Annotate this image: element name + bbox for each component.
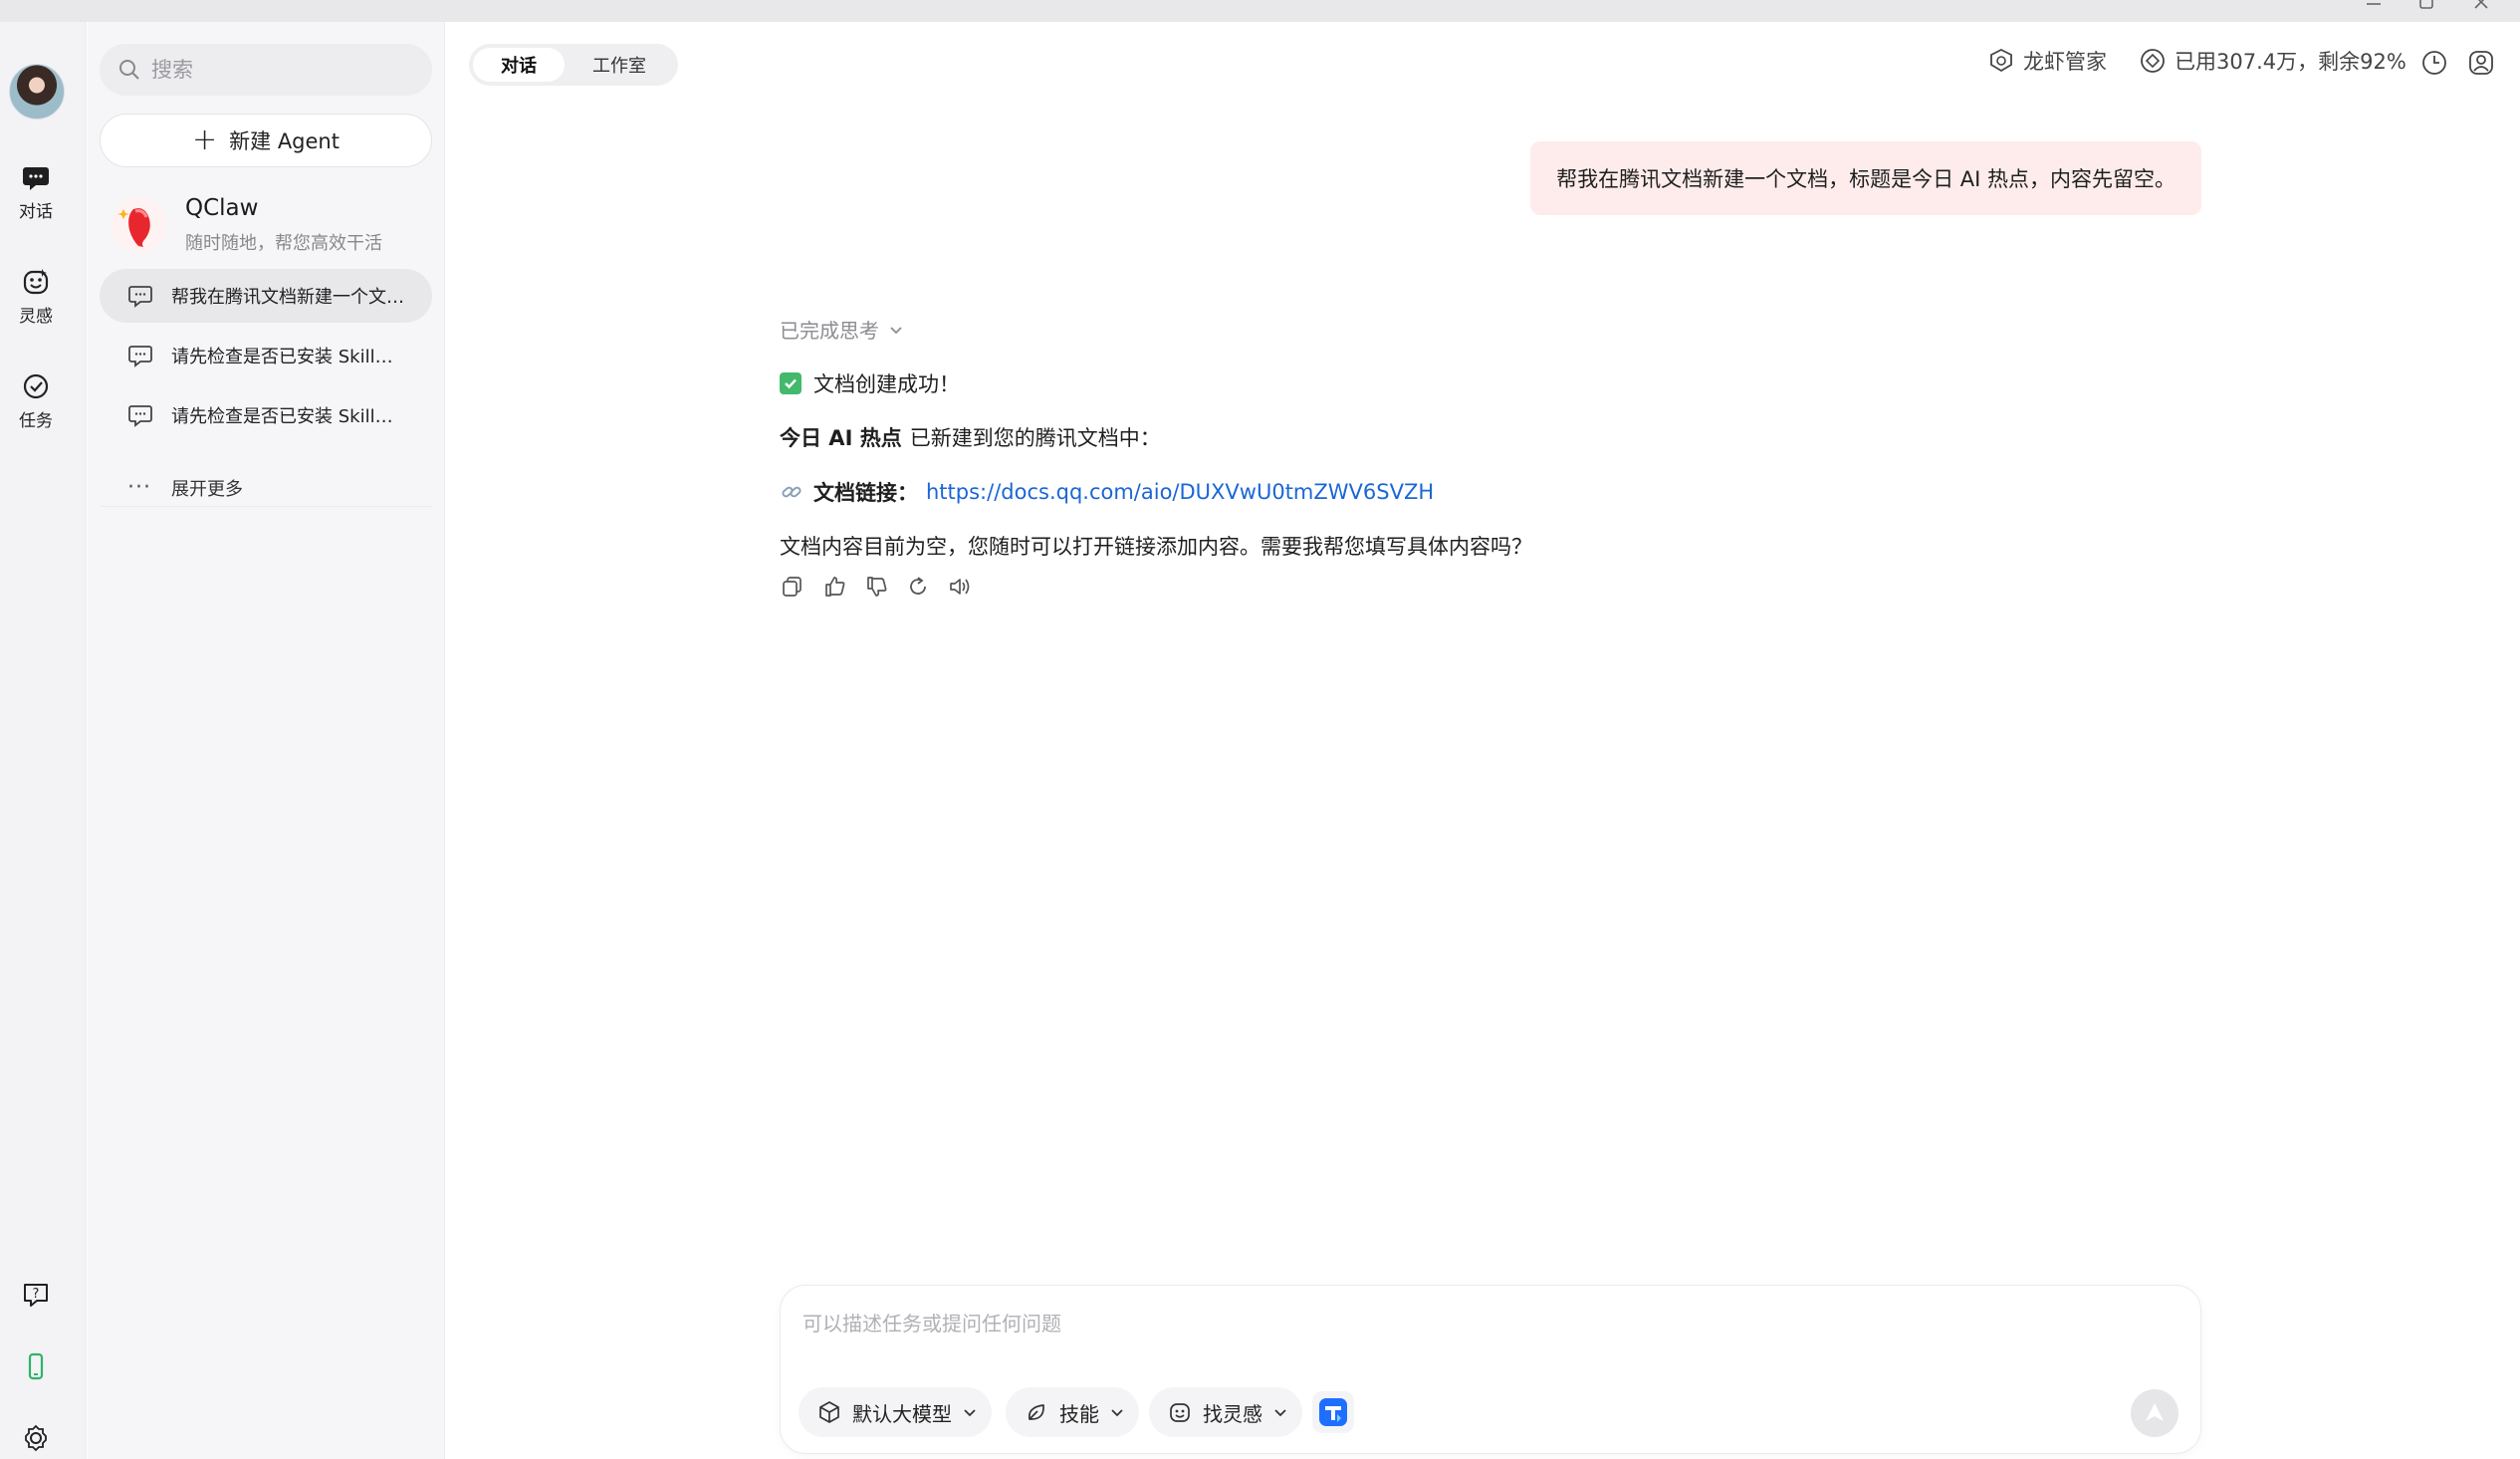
- link-line: 文档链接： https://docs.qq.com/aio/DUXVwU0tmZ…: [780, 477, 1434, 507]
- agent-card-qclaw[interactable]: QClaw 随时随地，帮您高效干活: [102, 189, 430, 265]
- tencent-docs-button[interactable]: [1312, 1391, 1354, 1433]
- rail-item-chat[interactable]: 对话: [0, 161, 72, 222]
- inspiration-label: 找灵感: [1203, 1401, 1262, 1426]
- chat-outline-icon: [128, 405, 152, 427]
- chat-item-label: 帮我在腾讯文档新建一个文档，标题是今日 AI 热点，内容先留空。: [171, 287, 406, 308]
- thumbs-down-icon[interactable]: [863, 574, 889, 600]
- rail-label-tasks: 任务: [19, 411, 53, 431]
- inspiration-selector[interactable]: 找灵感: [1149, 1387, 1302, 1437]
- plus-icon: +: [192, 122, 218, 157]
- chevron-down-icon: [1111, 1409, 1123, 1417]
- help-icon[interactable]: ?: [20, 1279, 52, 1311]
- close-icon[interactable]: [2461, 0, 2501, 20]
- sidebar-divider: [100, 506, 432, 507]
- avatar[interactable]: [9, 64, 65, 120]
- view-tabs: 对话 工作室: [469, 44, 678, 86]
- send-arrow-icon: [2146, 1403, 2164, 1421]
- tencent-docs-icon: [1319, 1398, 1347, 1426]
- chevron-down-icon: [1274, 1409, 1286, 1417]
- chat-item[interactable]: 请先检查是否已安装 SkillHub: [100, 329, 432, 382]
- chat-bubble-icon: [23, 167, 49, 190]
- thinking-toggle[interactable]: 已完成思考: [780, 315, 905, 344]
- butler-button[interactable]: 龙虾管家: [1987, 46, 2107, 76]
- agent-subtitle: 随时随地，帮您高效干活: [185, 233, 382, 254]
- quota-diamond-icon: [2141, 49, 2165, 73]
- check-mark-icon: [780, 372, 802, 394]
- show-more-button[interactable]: ··· 展开更多: [127, 475, 243, 501]
- rail-label-inspiration: 灵感: [19, 307, 53, 327]
- followup-line: 文档内容目前为空，您随时可以打开链接添加内容。需要我帮您填写具体内容吗？: [780, 531, 1532, 561]
- window-titlebar: [0, 0, 2520, 22]
- minimize-icon[interactable]: [2354, 0, 2394, 20]
- chevron-down-icon: [964, 1409, 976, 1417]
- created-line: 今日 AI 热点 已新建到您的腾讯文档中：: [780, 422, 1161, 452]
- skills-selector[interactable]: 技能: [1006, 1387, 1139, 1437]
- sidebar: + 新建 Agent QClaw 随时随地，帮您高效干活 帮我在腾讯文档新建一个…: [88, 22, 445, 1459]
- more-dots-icon: ···: [127, 475, 151, 500]
- chat-item-label: 请先检查是否已安装 SkillHub: [171, 406, 406, 427]
- skills-label: 技能: [1059, 1401, 1099, 1426]
- maximize-icon[interactable]: [2406, 0, 2446, 20]
- task-check-icon: [23, 373, 49, 399]
- cube-icon: [819, 1401, 839, 1423]
- quota-label: 已用307.4万，剩余92%: [2175, 50, 2406, 74]
- chat-outline-icon: [128, 286, 152, 308]
- new-agent-button[interactable]: + 新建 Agent: [100, 114, 432, 167]
- tab-studio[interactable]: 工作室: [565, 48, 674, 82]
- link-chain-icon: [782, 486, 802, 498]
- inspiration-face-icon: [23, 269, 49, 295]
- butler-shield-icon: [1990, 48, 2012, 73]
- inspiration-face-icon: [1170, 1403, 1190, 1422]
- tab-chat[interactable]: 对话: [473, 48, 565, 82]
- rail-label-chat: 对话: [19, 202, 53, 222]
- prompt-input[interactable]: [802, 1308, 2097, 1347]
- history-clock-icon[interactable]: [2419, 48, 2449, 78]
- chat-item[interactable]: 帮我在腾讯文档新建一个文档，标题是今日 AI 热点，内容先留空。: [100, 269, 432, 323]
- skills-leaf-icon: [1028, 1404, 1044, 1420]
- model-selector[interactable]: 默认大模型: [799, 1387, 992, 1437]
- followup-text: 文档内容目前为空，您随时可以打开链接添加内容。需要我帮您填写具体内容吗？: [780, 535, 1532, 559]
- chat-outline-icon: [128, 346, 152, 367]
- chat-item-label: 请先检查是否已安装 SkillHub: [171, 347, 406, 367]
- quota-indicator[interactable]: 已用307.4万，剩余92%: [2139, 46, 2406, 76]
- created-text: 已新建到您的腾讯文档中：: [909, 426, 1161, 450]
- success-line: 文档创建成功！: [780, 368, 960, 398]
- search-icon: [119, 60, 139, 80]
- qclaw-logo-icon: [112, 197, 167, 253]
- composer: 默认大模型 技能 找灵感: [780, 1285, 2201, 1454]
- nav-rail: 对话 灵感 任务 ?: [0, 22, 87, 1459]
- search-input[interactable]: [151, 58, 410, 82]
- show-more-label: 展开更多: [171, 479, 243, 500]
- model-label: 默认大模型: [852, 1401, 952, 1426]
- link-label: 文档链接：: [813, 481, 918, 505]
- rail-item-tasks[interactable]: 任务: [0, 370, 72, 431]
- new-agent-label: 新建 Agent: [229, 129, 340, 153]
- send-button[interactable]: [2131, 1389, 2178, 1437]
- message-actions: [780, 574, 989, 600]
- success-text: 文档创建成功！: [813, 372, 960, 396]
- speaker-icon[interactable]: [947, 574, 973, 600]
- copy-icon[interactable]: [780, 574, 805, 600]
- chevron-down-icon: [890, 326, 902, 334]
- settings-icon[interactable]: [20, 1422, 52, 1454]
- user-message-bubble: 帮我在腾讯文档新建一个文档，标题是今日 AI 热点，内容先留空。: [1530, 141, 2201, 215]
- regenerate-icon[interactable]: [905, 574, 931, 600]
- doc-link[interactable]: https://docs.qq.com/aio/DUXVwU0tmZWV6SVZ…: [926, 480, 1434, 504]
- chat-item[interactable]: 请先检查是否已安装 SkillHub: [100, 388, 432, 442]
- svg-text:?: ?: [33, 1287, 40, 1302]
- search-box[interactable]: [100, 44, 432, 96]
- thumbs-up-icon[interactable]: [821, 574, 847, 600]
- butler-label: 龙虾管家: [2023, 50, 2107, 74]
- doc-title: 今日 AI 热点: [780, 426, 902, 450]
- account-icon[interactable]: [2466, 48, 2496, 78]
- rail-item-inspiration[interactable]: 灵感: [0, 266, 72, 327]
- phone-icon[interactable]: [20, 1350, 52, 1382]
- thinking-label: 已完成思考: [780, 319, 879, 343]
- agent-name: QClaw: [185, 195, 259, 221]
